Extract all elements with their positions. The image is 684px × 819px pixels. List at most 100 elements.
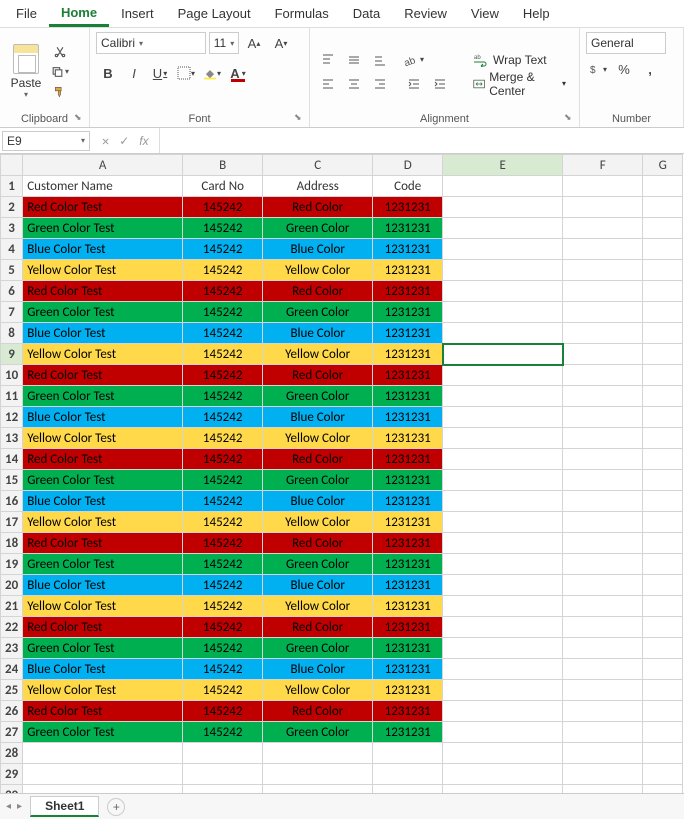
cell-C22[interactable]: Red Color [263, 617, 373, 638]
orientation-button[interactable]: ab▾ [402, 49, 426, 71]
cell-F14[interactable] [563, 449, 643, 470]
cell-G17[interactable] [643, 512, 683, 533]
cell-E20[interactable] [443, 575, 563, 596]
menu-insert[interactable]: Insert [109, 2, 166, 25]
row-header-28[interactable]: 28 [1, 743, 23, 764]
cell-D6[interactable]: 1231231 [373, 281, 443, 302]
cell-D25[interactable]: 1231231 [373, 680, 443, 701]
row-header-3[interactable]: 3 [1, 218, 23, 239]
cell-D10[interactable]: 1231231 [373, 365, 443, 386]
cell-C14[interactable]: Red Color [263, 449, 373, 470]
cell-B21[interactable]: 145242 [183, 596, 263, 617]
font-dialog-launcher[interactable]: ⬊ [294, 112, 306, 124]
cell-F8[interactable] [563, 323, 643, 344]
cell-E10[interactable] [443, 365, 563, 386]
font-name-dropdown[interactable]: Calibri▾ [96, 32, 206, 54]
cell-F21[interactable] [563, 596, 643, 617]
cell-E13[interactable] [443, 428, 563, 449]
cell-C1[interactable]: Address [263, 176, 373, 197]
cell-F3[interactable] [563, 218, 643, 239]
cell-B29[interactable] [183, 764, 263, 785]
font-size-dropdown[interactable]: 11▾ [209, 32, 239, 54]
cell-A27[interactable]: Green Color Test [23, 722, 183, 743]
cell-G4[interactable] [643, 239, 683, 260]
cell-C30[interactable] [263, 785, 373, 794]
row-header-19[interactable]: 19 [1, 554, 23, 575]
cell-A14[interactable]: Red Color Test [23, 449, 183, 470]
number-format-dropdown[interactable]: General [586, 32, 666, 54]
cell-E25[interactable] [443, 680, 563, 701]
cell-E12[interactable] [443, 407, 563, 428]
percent-format-button[interactable]: % [612, 58, 636, 80]
cell-F19[interactable] [563, 554, 643, 575]
cell-F13[interactable] [563, 428, 643, 449]
col-header-D[interactable]: D [373, 155, 443, 176]
cell-B1[interactable]: Card No [183, 176, 263, 197]
row-header-12[interactable]: 12 [1, 407, 23, 428]
italic-button[interactable]: I [122, 62, 146, 84]
cell-C25[interactable]: Yellow Color [263, 680, 373, 701]
cell-F10[interactable] [563, 365, 643, 386]
cell-F28[interactable] [563, 743, 643, 764]
cell-C29[interactable] [263, 764, 373, 785]
cell-D11[interactable]: 1231231 [373, 386, 443, 407]
cell-C17[interactable]: Yellow Color [263, 512, 373, 533]
cell-C6[interactable]: Red Color [263, 281, 373, 302]
cell-G14[interactable] [643, 449, 683, 470]
cell-G28[interactable] [643, 743, 683, 764]
row-header-4[interactable]: 4 [1, 239, 23, 260]
align-top-button[interactable] [316, 49, 340, 71]
align-middle-button[interactable] [342, 49, 366, 71]
cell-C4[interactable]: Blue Color [263, 239, 373, 260]
row-header-9[interactable]: 9 [1, 344, 23, 365]
fill-color-button[interactable]: ▾ [200, 62, 224, 84]
cell-G16[interactable] [643, 491, 683, 512]
menu-home[interactable]: Home [49, 1, 109, 27]
cell-B10[interactable]: 145242 [183, 365, 263, 386]
menu-review[interactable]: Review [392, 2, 459, 25]
cell-F20[interactable] [563, 575, 643, 596]
cell-E23[interactable] [443, 638, 563, 659]
cell-C13[interactable]: Yellow Color [263, 428, 373, 449]
cell-E27[interactable] [443, 722, 563, 743]
cell-E1[interactable] [443, 176, 563, 197]
cell-F17[interactable] [563, 512, 643, 533]
cell-D7[interactable]: 1231231 [373, 302, 443, 323]
increase-font-button[interactable]: A▴ [242, 32, 266, 54]
cell-D17[interactable]: 1231231 [373, 512, 443, 533]
row-header-7[interactable]: 7 [1, 302, 23, 323]
row-header-17[interactable]: 17 [1, 512, 23, 533]
row-header-24[interactable]: 24 [1, 659, 23, 680]
row-header-21[interactable]: 21 [1, 596, 23, 617]
borders-button[interactable]: ▾ [174, 62, 198, 84]
paste-button[interactable]: Paste ▾ [6, 44, 46, 99]
cell-D13[interactable]: 1231231 [373, 428, 443, 449]
cell-D29[interactable] [373, 764, 443, 785]
row-header-27[interactable]: 27 [1, 722, 23, 743]
cell-B9[interactable]: 145242 [183, 344, 263, 365]
row-header-22[interactable]: 22 [1, 617, 23, 638]
menu-formulas[interactable]: Formulas [263, 2, 341, 25]
cell-A23[interactable]: Green Color Test [23, 638, 183, 659]
row-header-14[interactable]: 14 [1, 449, 23, 470]
underline-button[interactable]: U▾ [148, 62, 172, 84]
cell-G10[interactable] [643, 365, 683, 386]
cell-F12[interactable] [563, 407, 643, 428]
cell-A11[interactable]: Green Color Test [23, 386, 183, 407]
cell-A3[interactable]: Green Color Test [23, 218, 183, 239]
menu-help[interactable]: Help [511, 2, 562, 25]
cell-E7[interactable] [443, 302, 563, 323]
cell-B19[interactable]: 145242 [183, 554, 263, 575]
accounting-format-button[interactable]: $▾ [586, 58, 610, 80]
cell-F2[interactable] [563, 197, 643, 218]
cell-A13[interactable]: Yellow Color Test [23, 428, 183, 449]
cell-G19[interactable] [643, 554, 683, 575]
cell-A21[interactable]: Yellow Color Test [23, 596, 183, 617]
cell-B28[interactable] [183, 743, 263, 764]
cell-C20[interactable]: Blue Color [263, 575, 373, 596]
cell-B3[interactable]: 145242 [183, 218, 263, 239]
cell-A8[interactable]: Blue Color Test [23, 323, 183, 344]
cell-G22[interactable] [643, 617, 683, 638]
cell-C12[interactable]: Blue Color [263, 407, 373, 428]
cell-G27[interactable] [643, 722, 683, 743]
